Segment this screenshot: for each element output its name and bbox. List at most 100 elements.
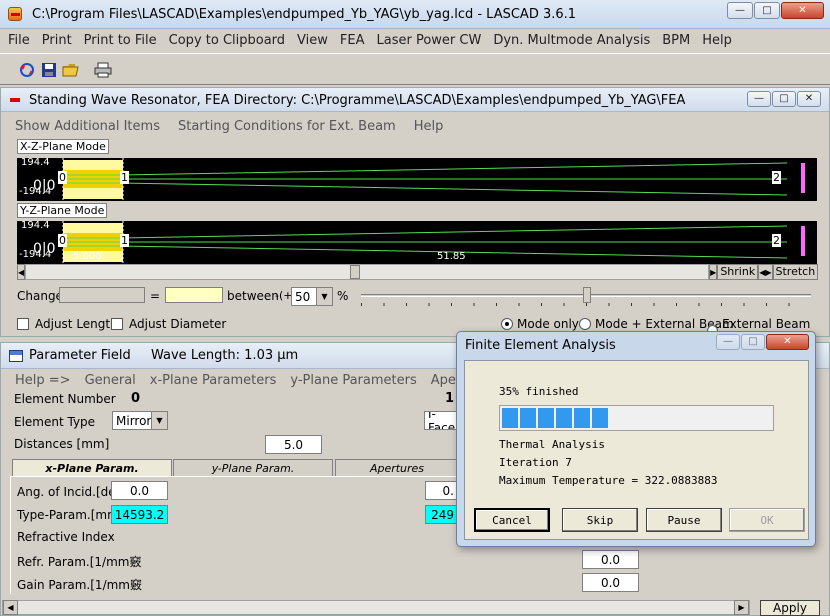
change-value-input[interactable]: [165, 287, 223, 303]
scroll-right-arrow-icon[interactable]: ▶: [709, 264, 718, 280]
stretch-button[interactable]: Stretch: [772, 264, 819, 280]
element-type-label: Element Type: [14, 415, 96, 429]
menu-resonator-help[interactable]: Help: [414, 119, 444, 134]
adjust-length-checkbox[interactable]: [17, 318, 29, 330]
lascad-app-icon: [8, 7, 22, 21]
scroll-thumb[interactable]: [350, 265, 361, 279]
change-source-field: [59, 287, 145, 303]
menu-x-plane[interactable]: x-Plane Parameters: [150, 373, 277, 388]
range-select[interactable]: 50 ▼: [291, 287, 333, 306]
menu-param-help[interactable]: Help =>: [15, 373, 71, 388]
open-folder-icon[interactable]: [60, 59, 82, 81]
main-title-bar: C:\Program Files\LASCAD\Examples\endpump…: [0, 0, 830, 29]
yz-element-0: 0: [58, 234, 67, 247]
fea-dialog-body: 35% finished Thermal Analysis Iteration …: [464, 360, 809, 540]
yz-element-2: 2: [772, 234, 781, 247]
type-param-input-1[interactable]: 249: [425, 505, 457, 524]
menu-show-additional-items[interactable]: Show Additional Items: [15, 119, 160, 134]
slider-thumb[interactable]: [583, 287, 591, 303]
menu-help[interactable]: Help: [702, 33, 732, 48]
cancel-button[interactable]: Cancel: [474, 508, 550, 532]
pause-button[interactable]: Pause: [646, 508, 722, 532]
adjust-diameter-checkbox[interactable]: [111, 318, 123, 330]
ok-button[interactable]: OK: [729, 508, 805, 532]
minimize-icon[interactable]: —: [727, 2, 753, 19]
gain-param-input[interactable]: 0.0: [582, 573, 639, 592]
param-scroll-left-icon[interactable]: ◀: [3, 600, 18, 615]
menu-starting-conditions[interactable]: Starting Conditions for Ext. Beam: [178, 119, 396, 134]
parameter-title: Parameter Field: [29, 348, 131, 363]
change-slider[interactable]: [361, 287, 811, 307]
mode-only-radio[interactable]: [501, 318, 513, 330]
menu-file[interactable]: File: [8, 33, 30, 48]
menu-print-to-file[interactable]: Print to File: [84, 33, 157, 48]
tab-x-plane-param[interactable]: x-Plane Param.: [12, 459, 172, 476]
progress-segment: [592, 408, 608, 428]
menu-y-plane[interactable]: y-Plane Parameters: [290, 373, 416, 388]
percent-label: %: [337, 289, 349, 303]
xz-mode-plot[interactable]: 0|0 194.4 -194.4 0 1 2: [17, 158, 817, 201]
angle-incidence-input-1[interactable]: 0.: [425, 481, 457, 500]
menu-copy-to-clipboard[interactable]: Copy to Clipboard: [169, 33, 285, 48]
save-icon[interactable]: [38, 59, 60, 81]
distance-input[interactable]: 5.0: [265, 435, 322, 454]
fea-status-line-3: Maximum Temperature = 322.0883883: [499, 474, 718, 487]
equals-label: =: [150, 289, 161, 303]
fea-close-icon[interactable]: ✕: [766, 334, 809, 350]
print-icon[interactable]: [92, 59, 114, 81]
menu-print[interactable]: Print: [42, 33, 72, 48]
yz-axis-bottom: -194.4: [19, 249, 52, 260]
between-label: between: [227, 289, 279, 303]
element-type-select-1[interactable]: I-Face: [424, 411, 458, 430]
angle-incidence-input[interactable]: 0.0: [111, 481, 168, 500]
resonator-window-icon: [10, 98, 20, 102]
adjust-diameter-label: Adjust Diameter: [129, 317, 227, 331]
chevron-down-icon[interactable]: ▼: [316, 288, 332, 305]
main-toolbar: [0, 53, 830, 85]
parameter-window-icon: [9, 350, 23, 362]
refr-param-label: Refr. Param.[1/mm竅: [17, 555, 142, 569]
menu-laser-power-cw[interactable]: Laser Power CW: [377, 33, 482, 48]
type-param-input[interactable]: 14593.2: [111, 505, 168, 524]
resonator-title-bar: Standing Wave Resonator, FEA Directory: …: [1, 88, 829, 112]
element-type-select-0[interactable]: Mirror ▼: [112, 411, 168, 430]
fea-progress-bar: [499, 405, 774, 431]
refresh-icon[interactable]: [16, 59, 38, 81]
param-horizontal-scrollbar[interactable]: ◀ ▶: [2, 600, 750, 615]
shrink-button[interactable]: Shrink: [717, 264, 759, 280]
resonator-horizontal-scrollbar[interactable]: [25, 264, 710, 280]
param-scroll-right-icon[interactable]: ▶: [734, 600, 749, 615]
scroll-left-arrow-icon[interactable]: ◀: [17, 264, 26, 280]
mode-only-option[interactable]: Mode only: [501, 317, 579, 331]
maximize-icon[interactable]: □: [754, 2, 780, 19]
mode-ext-radio[interactable]: [579, 318, 591, 330]
fea-status-line-2: Iteration 7: [499, 456, 572, 469]
resonator-minimize-icon[interactable]: —: [747, 91, 771, 107]
progress-segment: [574, 408, 590, 428]
distance-label-b: 51.85: [437, 251, 466, 262]
xz-axis-bottom: -194.4: [19, 186, 52, 197]
close-icon[interactable]: ✕: [781, 2, 824, 19]
fea-minimize-icon[interactable]: —: [716, 334, 740, 350]
tab-y-plane-param[interactable]: y-Plane Param.: [173, 459, 333, 476]
skip-button[interactable]: Skip: [562, 508, 638, 532]
adjust-length-option[interactable]: Adjust Length: [17, 317, 118, 331]
menu-fea[interactable]: FEA: [340, 33, 365, 48]
tab-apertures[interactable]: Apertures: [335, 459, 459, 476]
xz-plane-label: X-Z-Plane Mode: [17, 139, 109, 154]
resonator-close-icon[interactable]: ✕: [797, 91, 821, 107]
menu-dyn-multmode[interactable]: Dyn. Multmode Analysis: [493, 33, 650, 48]
menu-bpm[interactable]: BPM: [662, 33, 690, 48]
resonator-maximize-icon[interactable]: □: [772, 91, 796, 107]
chevron-down-icon[interactable]: ▼: [151, 412, 167, 429]
apply-button[interactable]: Apply: [760, 600, 820, 616]
refr-param-input[interactable]: 0.0: [582, 550, 639, 569]
fea-maximize-icon[interactable]: □: [741, 334, 765, 350]
shrink-stretch-arrows-icon[interactable]: ◀▶: [758, 264, 773, 280]
slider-ticks: [361, 303, 811, 306]
menu-view[interactable]: View: [297, 33, 328, 48]
yz-mode-plot[interactable]: 0|0 194.4 -194.4 0 1 2 5.000 51.85: [17, 221, 817, 264]
menu-general[interactable]: General: [85, 373, 136, 388]
xz-element-2: 2: [772, 171, 781, 184]
adjust-diameter-option[interactable]: Adjust Diameter: [111, 317, 226, 331]
